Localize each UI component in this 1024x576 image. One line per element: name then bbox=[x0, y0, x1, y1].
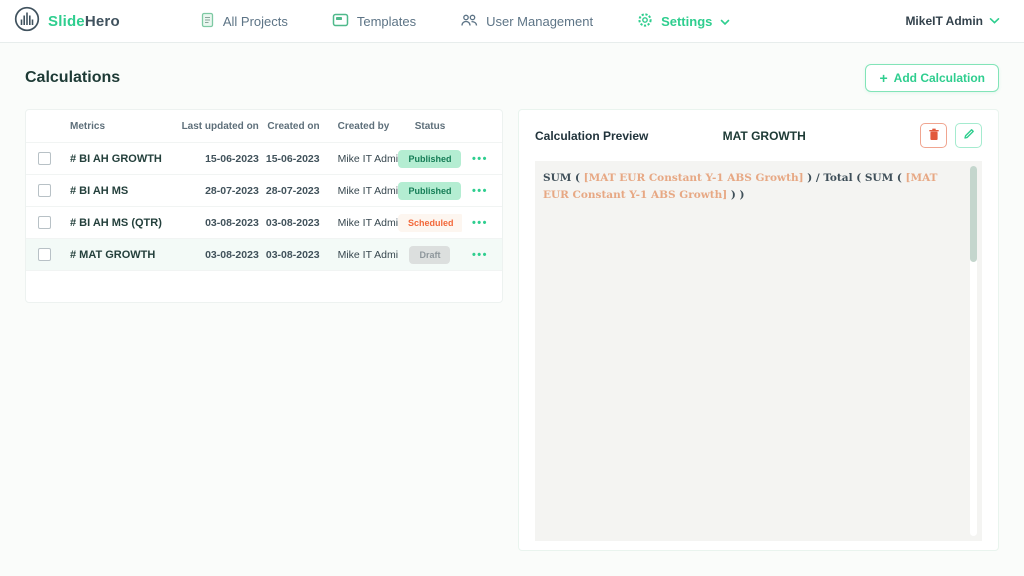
created-on: 28-07-2023 bbox=[259, 185, 320, 197]
row-menu-icon[interactable] bbox=[462, 249, 498, 261]
add-calculation-label: Add Calculation bbox=[894, 71, 985, 85]
nav-item-label: Settings bbox=[661, 14, 712, 29]
nav-item-label: User Management bbox=[486, 14, 593, 29]
nav-item-all-projects[interactable]: All Projects bbox=[200, 12, 288, 31]
last-updated-on: 03-08-2023 bbox=[180, 249, 258, 261]
created-on: 03-08-2023 bbox=[259, 217, 320, 229]
chevron-down-icon bbox=[989, 14, 1000, 28]
column-header-created-on: Created on bbox=[259, 121, 320, 132]
page-header: Calculations + Add Calculation bbox=[25, 64, 999, 92]
row-checkbox[interactable] bbox=[38, 152, 51, 165]
column-header-status: Status bbox=[398, 121, 462, 132]
row-checkbox[interactable] bbox=[38, 216, 51, 229]
status-badge: Scheduled bbox=[398, 214, 462, 232]
status-badge: Draft bbox=[409, 246, 450, 264]
templates-icon bbox=[332, 13, 349, 30]
add-calculation-button[interactable]: + Add Calculation bbox=[865, 64, 999, 92]
preview-title: Calculation Preview bbox=[535, 129, 648, 143]
table-body: # BI AH GROWTH 15-06-2023 15-06-2023 Mik… bbox=[26, 143, 502, 271]
nav-item-templates[interactable]: Templates bbox=[332, 13, 416, 30]
status-badge: Published bbox=[398, 150, 461, 168]
slidehero-logo-icon bbox=[14, 6, 40, 37]
created-on: 15-06-2023 bbox=[259, 153, 320, 165]
table-row[interactable]: # BI AH MS (QTR) 03-08-2023 03-08-2023 M… bbox=[26, 207, 502, 239]
column-header-metrics: Metrics bbox=[70, 121, 180, 132]
row-checkbox[interactable] bbox=[38, 184, 51, 197]
calculation-name: MAT GROWTH bbox=[648, 129, 920, 143]
app-logo[interactable]: SlideHero bbox=[14, 6, 120, 37]
metric-name: # BI AH MS (QTR) bbox=[70, 217, 180, 229]
delete-calculation-button[interactable] bbox=[920, 123, 947, 148]
preview-header: Calculation Preview MAT GROWTH bbox=[535, 123, 982, 148]
status-badge: Published bbox=[398, 182, 461, 200]
app-name: SlideHero bbox=[48, 13, 120, 30]
nav-item-label: All Projects bbox=[223, 14, 288, 29]
pencil-icon bbox=[963, 128, 975, 143]
gear-icon bbox=[637, 12, 653, 31]
page-title: Calculations bbox=[25, 69, 120, 87]
nav-item-settings[interactable]: Settings bbox=[637, 12, 730, 31]
projects-icon bbox=[200, 12, 215, 31]
trash-icon bbox=[928, 128, 940, 144]
metric-name: # BI AH MS bbox=[70, 185, 180, 197]
nav-item-user-management[interactable]: User Management bbox=[460, 13, 593, 30]
calculation-preview-panel: Calculation Preview MAT GROWTH bbox=[518, 109, 999, 551]
main-nav: All Projects Templates User Management bbox=[200, 12, 731, 31]
created-by: Mike IT Admin bbox=[320, 249, 398, 261]
metric-name: # BI AH GROWTH bbox=[70, 153, 180, 165]
user-menu[interactable]: MikeIT Admin bbox=[905, 14, 1000, 28]
table-row[interactable]: # BI AH GROWTH 15-06-2023 15-06-2023 Mik… bbox=[26, 143, 502, 175]
edit-calculation-button[interactable] bbox=[955, 123, 982, 148]
preview-scrollbar[interactable] bbox=[970, 166, 977, 536]
formula-text: SUM ( [MAT EUR Constant Y-1 ABS Growth] … bbox=[543, 170, 954, 204]
last-updated-on: 15-06-2023 bbox=[180, 153, 258, 165]
created-on: 03-08-2023 bbox=[259, 249, 320, 261]
row-menu-icon[interactable] bbox=[462, 153, 498, 165]
created-by: Mike IT Admin bbox=[320, 153, 398, 165]
last-updated-on: 03-08-2023 bbox=[180, 217, 258, 229]
last-updated-on: 28-07-2023 bbox=[180, 185, 258, 197]
main-content: Calculations + Add Calculation Metrics L… bbox=[0, 43, 1024, 551]
column-header-created-by: Created by bbox=[320, 121, 398, 132]
chevron-down-icon bbox=[720, 14, 730, 29]
row-menu-icon[interactable] bbox=[462, 185, 498, 197]
created-by: Mike IT Admin bbox=[320, 185, 398, 197]
row-menu-icon[interactable] bbox=[462, 217, 498, 229]
calculations-table: Metrics Last updated on Created on Creat… bbox=[25, 109, 503, 303]
formula-editor[interactable]: SUM ( [MAT EUR Constant Y-1 ABS Growth] … bbox=[535, 161, 982, 541]
metric-name: # MAT GROWTH bbox=[70, 249, 180, 261]
table-header-row: Metrics Last updated on Created on Creat… bbox=[26, 110, 502, 143]
column-header-last-updated: Last updated on bbox=[180, 121, 258, 132]
table-row[interactable]: # MAT GROWTH 03-08-2023 03-08-2023 Mike … bbox=[26, 239, 502, 271]
created-by: Mike IT Admin bbox=[320, 217, 398, 229]
scrollbar-thumb[interactable] bbox=[970, 166, 977, 262]
users-icon bbox=[460, 13, 478, 30]
table-row[interactable]: # BI AH MS 28-07-2023 28-07-2023 Mike IT… bbox=[26, 175, 502, 207]
plus-icon: + bbox=[879, 73, 887, 83]
row-checkbox[interactable] bbox=[38, 248, 51, 261]
nav-item-label: Templates bbox=[357, 14, 416, 29]
top-navigation-bar: SlideHero All Projects Templates bbox=[0, 0, 1024, 43]
user-name: MikeIT Admin bbox=[905, 14, 983, 28]
